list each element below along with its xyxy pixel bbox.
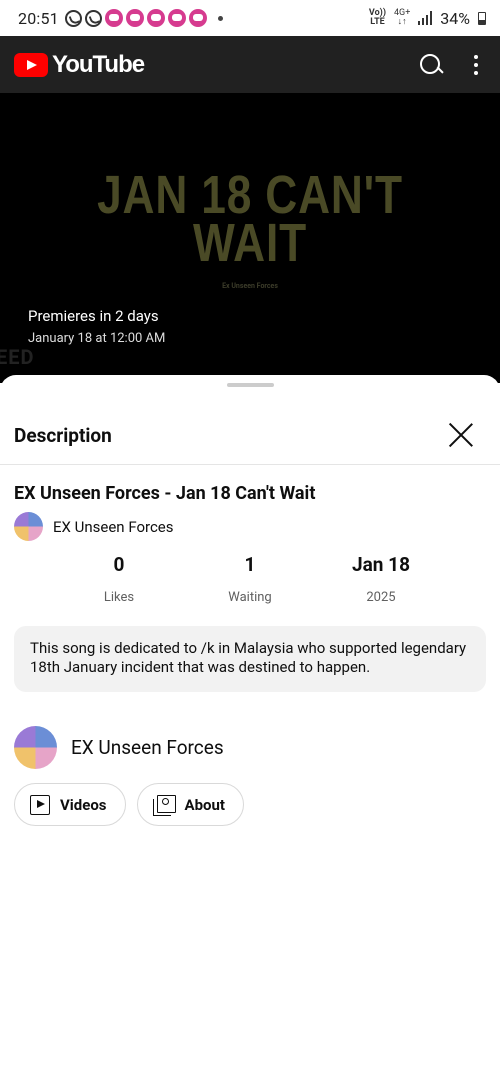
volte-icon: Vo)) LTE [369, 9, 386, 27]
thumbnail-edge-text: EED [0, 345, 35, 369]
channel-avatar[interactable] [14, 512, 43, 541]
stat-label: Waiting [228, 590, 272, 605]
thumbnail-title: JAN 18 CAN'T WAIT [97, 165, 403, 273]
stat-label: Likes [103, 590, 135, 605]
status-time: 20:51 [18, 8, 59, 28]
stat-value: 0 [113, 553, 125, 576]
videos-button[interactable]: Videos [14, 783, 126, 826]
search-icon[interactable] [420, 53, 442, 76]
stat-value: Jan 18 [352, 553, 410, 576]
stat-likes: 0 Likes [59, 553, 179, 605]
channel-section[interactable]: EX Unseen Forces [14, 726, 224, 769]
whatsapp-icon [84, 9, 102, 27]
more-notifications-dot [217, 15, 223, 21]
battery-percent: 34% [440, 8, 470, 28]
youtube-logo[interactable]: YouTube [14, 50, 145, 79]
whatsapp-icon [64, 9, 82, 27]
status-indicators: Vo)) LTE 4G+ ↓↑ 34% [369, 9, 486, 28]
network-type-icon: 4G+ ↓↑ [394, 9, 410, 27]
drag-handle[interactable] [227, 383, 274, 387]
thumbnail-subtitle: Ex Unseen Forces [222, 282, 278, 290]
video-library-icon [30, 794, 50, 815]
video-title: EX Unseen Forces - Jan 18 Can't Wait [14, 483, 316, 504]
stat-waiting: 1 Waiting [190, 553, 310, 605]
about-button[interactable]: About [136, 783, 244, 826]
youtube-wordmark: YouTube [52, 50, 145, 78]
youtube-play-icon [14, 52, 48, 77]
premiere-date: January 18 at 12:00 AM [28, 331, 166, 346]
channel-avatar-large[interactable] [14, 726, 57, 769]
app-notification-icon [104, 9, 123, 27]
app-notification-icon [188, 9, 207, 27]
signal-strength-icon [418, 11, 433, 25]
lte-label: LTE [370, 17, 385, 27]
app-notification-icon [146, 9, 165, 27]
videos-label: Videos [60, 795, 107, 814]
sheet-header: Description [0, 405, 500, 465]
battery-icon [478, 11, 486, 25]
description-text: This song is dedicated to /k in Malaysia… [14, 626, 486, 692]
notification-icons [64, 9, 223, 27]
stat-label: 2025 [366, 590, 396, 605]
app-notification-icon [167, 9, 186, 27]
description-sheet: Description EX Unseen Forces - Jan 18 Ca… [0, 375, 500, 1083]
stat-date: Jan 18 2025 [321, 553, 441, 605]
more-options-icon[interactable] [474, 54, 478, 75]
channel-buttons: Videos About [14, 783, 244, 826]
stat-value: 1 [244, 553, 256, 576]
close-icon[interactable] [448, 422, 474, 448]
channel-row[interactable]: EX Unseen Forces [14, 512, 174, 541]
app-bar: YouTube [0, 36, 500, 93]
channel-name[interactable]: EX Unseen Forces [53, 518, 174, 536]
about-label: About [184, 795, 225, 814]
about-profile-icon [152, 794, 176, 816]
network-activity: ↓↑ [397, 17, 407, 27]
app-notification-icon [125, 9, 144, 27]
status-bar: 20:51 Vo)) LTE 4G+ ↓↑ 34% [0, 0, 500, 36]
premiere-countdown: Premieres in 2 days [28, 307, 159, 325]
sheet-title: Description [14, 423, 112, 447]
divider [0, 464, 500, 465]
video-player[interactable]: JAN 18 CAN'T WAIT Ex Unseen Forces Premi… [0, 93, 500, 383]
channel-section-name[interactable]: EX Unseen Forces [71, 736, 224, 759]
